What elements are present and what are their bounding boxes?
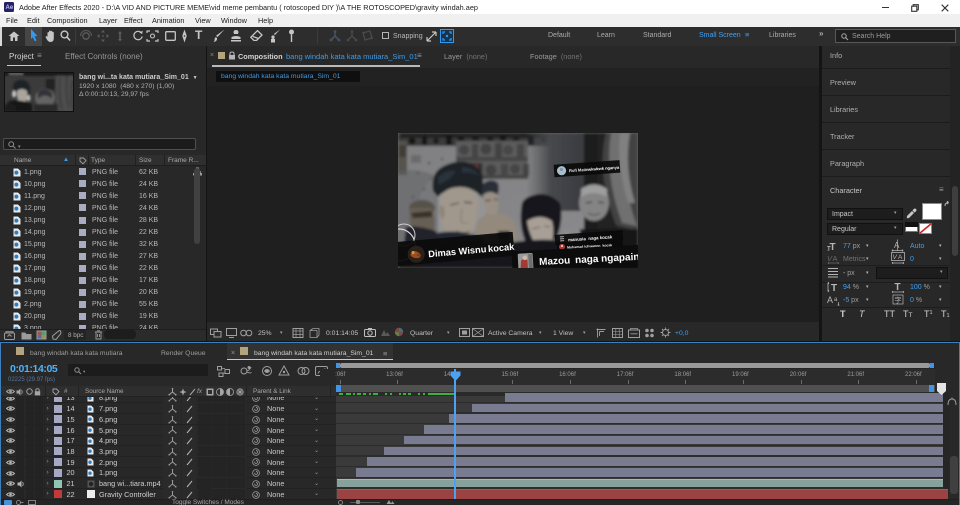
svg-text:T: T [831,283,837,293]
svg-text:T: T [827,247,831,252]
svg-text:Mazou: Mazou [539,255,571,268]
svg-text:A: A [827,295,833,305]
svg-text:T: T [895,282,901,293]
svg-text:字: 字 [895,296,902,305]
svg-text:A: A [894,241,900,250]
svg-text:A: A [898,254,903,261]
svg-text:V: V [893,254,898,261]
svg-text:a: a [834,297,838,303]
svg-text:A: A [833,254,838,263]
